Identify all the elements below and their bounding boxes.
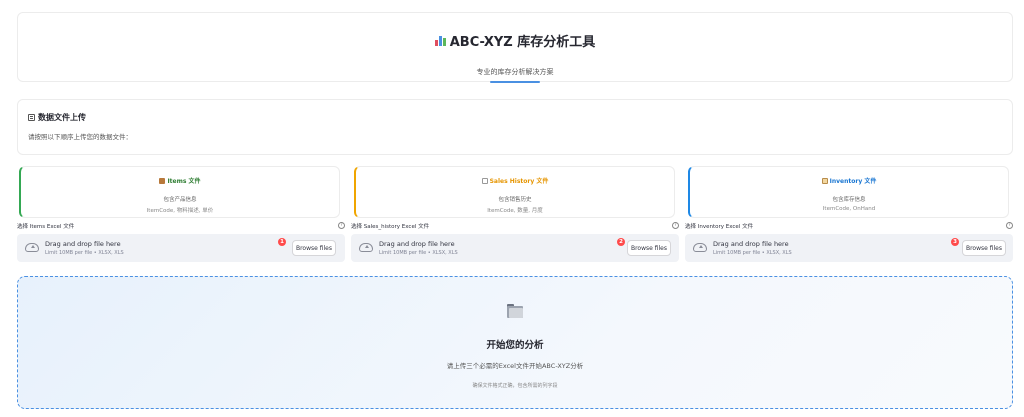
inventory-uploader-label: 选择 Inventory Excel 文件 bbox=[685, 224, 754, 230]
upload-section-title-row: 数据文件上传 bbox=[28, 112, 86, 123]
start-analysis-panel: 开始您的分析 请上传三个必需的Excel文件开始ABC-XYZ分析 确保文件格式… bbox=[17, 276, 1013, 409]
page-title-row: ABC-XYZ 库存分析工具 bbox=[18, 31, 1012, 50]
items-info-card: Items 文件 包含产品信息 ItemCode, 物料描述, 单价 bbox=[19, 166, 340, 218]
inventory-card-title-row: Inventory 文件 bbox=[690, 176, 1008, 185]
inventory-card-title: Inventory 文件 bbox=[829, 178, 877, 185]
page-title: ABC-XYZ 库存分析工具 bbox=[449, 35, 596, 50]
upload-section: 数据文件上传 请按照以下顺序上传您的数据文件： bbox=[17, 99, 1013, 155]
step-badge: 1 bbox=[278, 238, 286, 246]
browse-files-button[interactable]: Browse files bbox=[627, 240, 671, 256]
cloud-upload-icon bbox=[25, 243, 39, 252]
chart-up-icon bbox=[481, 177, 488, 184]
browse-files-button[interactable]: Browse files bbox=[962, 240, 1006, 256]
dropzone-limit: Limit 10MB per file • XLSX, XLS bbox=[45, 250, 124, 256]
help-circle-icon[interactable]: ? bbox=[338, 222, 345, 229]
header-card: ABC-XYZ 库存分析工具 专业的库存分析解决方案 bbox=[17, 12, 1013, 83]
sales-dropzone[interactable]: Drag and drop file here Limit 10MB per f… bbox=[351, 234, 679, 262]
start-analysis-title: 开始您的分析 bbox=[486, 340, 544, 351]
cloud-upload-icon bbox=[693, 243, 707, 252]
cloud-upload-icon bbox=[359, 243, 373, 252]
start-analysis-note: 确保文件格式正确，包含所需的列字段 bbox=[472, 383, 558, 389]
start-analysis-description: 请上传三个必需的Excel文件开始ABC-XYZ分析 bbox=[446, 362, 584, 370]
inventory-card-description: 包含库存信息 bbox=[832, 197, 866, 203]
upload-section-description: 请按照以下顺序上传您的数据文件： bbox=[28, 133, 132, 141]
items-card-fields: ItemCode, 物料描述, 单价 bbox=[146, 208, 214, 214]
items-uploader-label: 选择 Items Excel 文件 bbox=[17, 224, 75, 230]
browse-files-button[interactable]: Browse files bbox=[292, 240, 336, 256]
sales-card-title-row: Sales History 文件 bbox=[356, 176, 674, 185]
step-badge: 3 bbox=[951, 238, 959, 246]
sales-card-fields: ItemCode, 数量, 月度 bbox=[487, 208, 543, 214]
dropzone-limit: Limit 10MB per file • XLSX, XLS bbox=[713, 250, 792, 256]
sales-card-title: Sales History 文件 bbox=[489, 178, 549, 185]
inventory-dropzone[interactable]: Drag and drop file here Limit 10MB per f… bbox=[685, 234, 1013, 262]
bar-chart-icon bbox=[434, 35, 446, 46]
upload-section-title: 数据文件上传 bbox=[38, 113, 86, 122]
dropzone-instructions: Drag and drop file here bbox=[713, 240, 789, 248]
sales-uploader-label: 选择 Sales_history Excel 文件 bbox=[351, 224, 430, 230]
inventory-card-fields: ItemCode, OnHand bbox=[822, 206, 876, 212]
items-dropzone[interactable]: Drag and drop file here Limit 10MB per f… bbox=[17, 234, 345, 262]
clipboard-icon bbox=[821, 177, 828, 184]
items-card-description: 包含产品信息 bbox=[163, 197, 197, 203]
memo-icon bbox=[28, 114, 35, 121]
items-card-title-row: Items 文件 bbox=[21, 176, 339, 185]
dropzone-instructions: Drag and drop file here bbox=[45, 240, 121, 248]
package-icon bbox=[159, 177, 166, 184]
folder-icon bbox=[507, 304, 523, 318]
step-badge: 2 bbox=[617, 238, 625, 246]
help-circle-icon[interactable]: ? bbox=[1006, 222, 1013, 229]
dropzone-instructions: Drag and drop file here bbox=[379, 240, 455, 248]
title-underline bbox=[490, 81, 540, 83]
items-card-title: Items 文件 bbox=[167, 178, 201, 185]
sales-card-description: 包含销售历史 bbox=[498, 197, 532, 203]
help-circle-icon[interactable]: ? bbox=[672, 222, 679, 229]
page-subtitle: 专业的库存分析解决方案 bbox=[476, 68, 554, 76]
inventory-info-card: Inventory 文件 包含库存信息 ItemCode, OnHand bbox=[688, 166, 1009, 218]
dropzone-limit: Limit 10MB per file • XLSX, XLS bbox=[379, 250, 458, 256]
sales-info-card: Sales History 文件 包含销售历史 ItemCode, 数量, 月度 bbox=[354, 166, 675, 218]
